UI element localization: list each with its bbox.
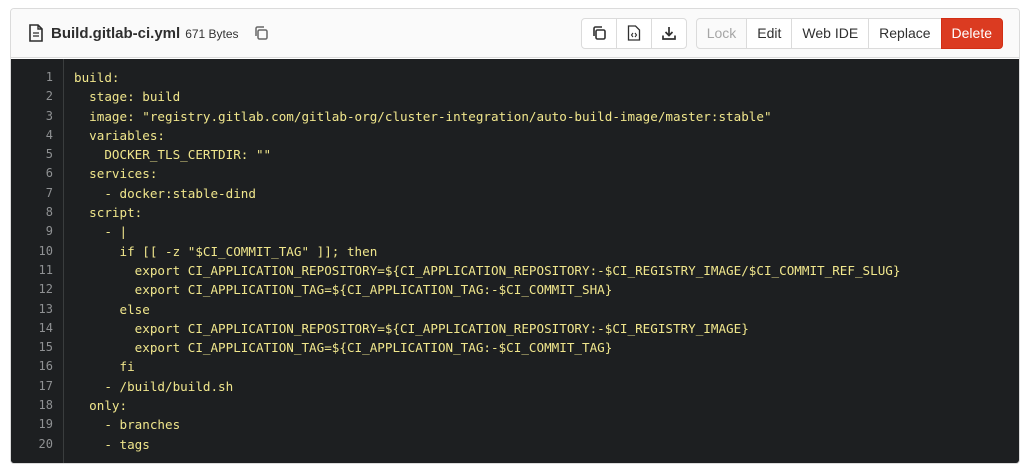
code-line: build: (74, 70, 120, 85)
line-number[interactable]: 15 (11, 338, 63, 357)
open-raw-button[interactable] (615, 17, 652, 49)
line-number[interactable]: 18 (11, 396, 63, 415)
line-number[interactable]: 14 (11, 319, 63, 338)
file-view-buttons (580, 17, 687, 49)
code-line: - branches (74, 417, 181, 433)
copy-file-path-button[interactable] (253, 25, 269, 41)
line-number[interactable]: 13 (11, 300, 63, 319)
line-number[interactable]: 16 (11, 357, 63, 376)
file-name: Build.gitlab-ci.yml (51, 24, 181, 42)
file-edit-buttons: Lock Edit Web IDE Replace Delete (695, 17, 1003, 49)
code-line: fi (74, 359, 135, 375)
code-line: - docker:stable-dind (74, 185, 256, 201)
line-number[interactable]: 12 (11, 280, 63, 299)
edit-button[interactable]: Edit (746, 17, 793, 49)
code-line: - /build/build.sh (74, 378, 234, 394)
code-line: DOCKER_TLS_CERTDIR: "" (74, 147, 272, 163)
replace-button[interactable]: Replace (868, 17, 942, 49)
line-number[interactable]: 1 (11, 68, 63, 87)
line-number[interactable]: 7 (11, 184, 63, 203)
code-line: services: (74, 166, 158, 182)
copy-contents-button[interactable] (580, 17, 617, 49)
code-line: - tags (74, 436, 150, 452)
code-line: script: (74, 205, 143, 221)
line-number[interactable]: 3 (11, 107, 63, 126)
code-line: export CI_APPLICATION_REPOSITORY=${CI_AP… (74, 262, 901, 278)
delete-button[interactable]: Delete (940, 17, 1003, 49)
line-number[interactable]: 2 (11, 87, 63, 106)
download-button[interactable] (650, 17, 687, 49)
lock-button[interactable]: Lock (695, 17, 748, 49)
file-size: 671 Bytes (185, 27, 239, 41)
line-number[interactable]: 8 (11, 203, 63, 222)
file-code-icon (627, 25, 640, 41)
code-line: stage: build (74, 89, 181, 105)
file-title: Build.gitlab-ci.yml 671 Bytes (29, 24, 269, 42)
download-icon (661, 27, 676, 40)
line-number[interactable]: 11 (11, 261, 63, 280)
code-line: export CI_APPLICATION_REPOSITORY=${CI_AP… (74, 320, 749, 336)
file-actions: Lock Edit Web IDE Replace Delete (572, 17, 1003, 49)
code-line: else (74, 301, 150, 317)
copy-icon (592, 26, 606, 40)
web-ide-button[interactable]: Web IDE (791, 17, 870, 49)
line-number[interactable]: 4 (11, 126, 63, 145)
line-number[interactable]: 5 (11, 145, 63, 164)
code-line: export CI_APPLICATION_TAG=${CI_APPLICATI… (74, 282, 613, 298)
code-content: build: stage: build image: "registry.git… (64, 59, 900, 463)
line-number[interactable]: 6 (11, 164, 63, 183)
line-number[interactable]: 10 (11, 242, 63, 261)
file-header: Build.gitlab-ci.yml 671 Bytes Lock Edit … (11, 9, 1019, 58)
file-icon (29, 24, 43, 42)
code-line: - | (74, 224, 128, 240)
code-line: if [[ -z "$CI_COMMIT_TAG" ]]; then (74, 243, 378, 259)
file-holder: Build.gitlab-ci.yml 671 Bytes Lock Edit … (10, 8, 1020, 464)
code-viewer: 1 2 3 4 5 6 7 8 9 10 11 12 13 14 15 16 17 18 19 20 build: s… (11, 59, 1019, 463)
code-line: only: (74, 398, 128, 414)
line-number[interactable]: 19 (11, 415, 63, 434)
code-line: export CI_APPLICATION_TAG=${CI_APPLICATI… (74, 340, 613, 356)
line-number[interactable]: 17 (11, 377, 63, 396)
code-line: image: "registry.gitlab.com/gitlab-org/c… (74, 108, 772, 124)
line-number[interactable]: 9 (11, 222, 63, 241)
copy-icon (254, 26, 268, 40)
line-number[interactable]: 20 (11, 435, 63, 454)
line-numbers: 1 2 3 4 5 6 7 8 9 10 11 12 13 14 15 16 17 18 19 20 (11, 59, 64, 463)
code-line: variables: (74, 127, 165, 143)
